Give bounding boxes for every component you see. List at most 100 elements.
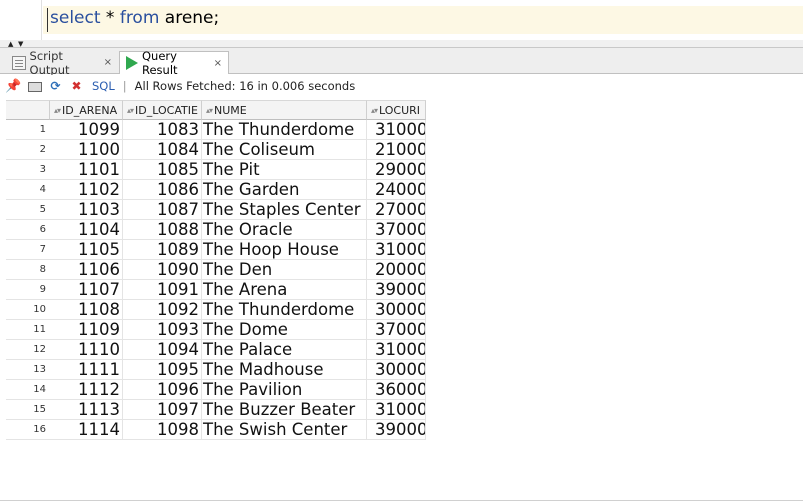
cell-id-arena[interactable]: 1111 (50, 360, 123, 380)
collapse-up-icon[interactable]: ▲ (8, 41, 13, 48)
cell-locuri[interactable]: 37000 (367, 320, 426, 340)
results-tabbar: Script Output × Query Result × (0, 48, 803, 77)
row-number: 13 (6, 360, 50, 380)
cell-id-locatie[interactable]: 1093 (123, 320, 202, 340)
cell-id-arena[interactable]: 1105 (50, 240, 123, 260)
cell-locuri[interactable]: 31000 (367, 400, 426, 420)
cell-nume[interactable]: The Thunderdome (202, 120, 367, 140)
tab-script-output-label: Script Output (29, 48, 70, 77)
refresh-icon[interactable]: ⟳ (48, 79, 63, 94)
cell-locuri[interactable]: 39000 (367, 280, 426, 300)
row-number: 15 (6, 400, 50, 420)
cell-nume[interactable]: The Den (202, 260, 367, 280)
cell-locuri[interactable]: 30000 (367, 300, 426, 320)
cell-locuri[interactable]: 37000 (367, 220, 426, 240)
cell-id-arena[interactable]: 1103 (50, 200, 123, 220)
cell-nume[interactable]: The Swish Center (202, 420, 367, 440)
cell-locuri[interactable]: 39000 (367, 420, 426, 440)
cell-nume[interactable]: The Thunderdome (202, 300, 367, 320)
sql-link[interactable]: SQL (92, 79, 115, 93)
cell-locuri[interactable]: 24000 (367, 180, 426, 200)
close-icon[interactable]: × (104, 57, 112, 68)
column-header-id-arena[interactable]: ▴▾ ID_ARENA (50, 100, 123, 120)
clear-icon[interactable]: ✖ (69, 79, 84, 94)
sql-editor[interactable]: select * from arene; (0, 0, 803, 40)
cell-id-arena[interactable]: 1101 (50, 160, 123, 180)
panel-splitter[interactable]: ▲ ▼ (0, 40, 803, 48)
cell-id-locatie[interactable]: 1096 (123, 380, 202, 400)
keyword-select: select (50, 8, 101, 28)
cell-nume[interactable]: The Garden (202, 180, 367, 200)
cell-nume[interactable]: The Buzzer Beater (202, 400, 367, 420)
cell-id-arena[interactable]: 1102 (50, 180, 123, 200)
column-header-locuri[interactable]: ▴▾ LOCURI (367, 100, 426, 120)
row-number: 5 (6, 200, 50, 220)
cell-nume[interactable]: The Oracle (202, 220, 367, 240)
cell-id-locatie[interactable]: 1094 (123, 340, 202, 360)
cell-nume[interactable]: The Palace (202, 340, 367, 360)
cell-locuri[interactable]: 31000 (367, 340, 426, 360)
select-star: * (100, 8, 120, 28)
cell-id-arena[interactable]: 1110 (50, 340, 123, 360)
cell-id-locatie[interactable]: 1095 (123, 360, 202, 380)
collapse-down-icon[interactable]: ▼ (18, 41, 23, 48)
row-number: 2 (6, 140, 50, 160)
cell-locuri[interactable]: 29000 (367, 160, 426, 180)
cell-id-arena[interactable]: 1104 (50, 220, 123, 240)
cell-nume[interactable]: The Staples Center (202, 200, 367, 220)
cell-id-locatie[interactable]: 1087 (123, 200, 202, 220)
cell-id-arena[interactable]: 1099 (50, 120, 123, 140)
cell-id-locatie[interactable]: 1091 (123, 280, 202, 300)
cell-nume[interactable]: The Coliseum (202, 140, 367, 160)
column-header-id-locatie[interactable]: ▴▾ ID_LOCATIE (123, 100, 202, 120)
cell-id-locatie[interactable]: 1098 (123, 420, 202, 440)
cell-id-locatie[interactable]: 1084 (123, 140, 202, 160)
cell-id-locatie[interactable]: 1092 (123, 300, 202, 320)
cell-id-locatie[interactable]: 1090 (123, 260, 202, 280)
tab-query-result[interactable]: Query Result × (119, 49, 229, 77)
cell-id-arena[interactable]: 1109 (50, 320, 123, 340)
row-number: 11 (6, 320, 50, 340)
sql-statement[interactable]: select * from arene; (50, 8, 219, 28)
row-number: 7 (6, 240, 50, 260)
cell-id-locatie[interactable]: 1088 (123, 220, 202, 240)
row-number: 14 (6, 380, 50, 400)
tab-script-output[interactable]: Script Output × (6, 48, 118, 77)
cell-id-arena[interactable]: 1114 (50, 420, 123, 440)
print-button[interactable] (27, 79, 42, 94)
cell-locuri[interactable]: 31000 (367, 240, 426, 260)
toolbar-separator: | (122, 79, 127, 93)
cell-locuri[interactable]: 20000 (367, 260, 426, 280)
panel-bottom-border (0, 500, 803, 501)
pin-icon[interactable]: 📌 (5, 79, 21, 94)
cell-id-locatie[interactable]: 1097 (123, 400, 202, 420)
cell-id-arena[interactable]: 1113 (50, 400, 123, 420)
table-name: arene; (159, 8, 220, 28)
cell-id-locatie[interactable]: 1089 (123, 240, 202, 260)
cell-id-arena[interactable]: 1112 (50, 380, 123, 400)
results-toolbar: 📌 ⟳ ✖ SQL | All Rows Fetched: 16 in 0.00… (0, 75, 803, 97)
cell-id-locatie[interactable]: 1083 (123, 120, 202, 140)
cell-id-locatie[interactable]: 1085 (123, 160, 202, 180)
cell-nume[interactable]: The Dome (202, 320, 367, 340)
row-number: 9 (6, 280, 50, 300)
cell-nume[interactable]: The Pit (202, 160, 367, 180)
cell-nume[interactable]: The Madhouse (202, 360, 367, 380)
cell-nume[interactable]: The Hoop House (202, 240, 367, 260)
column-header-nume[interactable]: ▴▾ NUME (202, 100, 367, 120)
cell-locuri[interactable]: 30000 (367, 360, 426, 380)
row-number: 12 (6, 340, 50, 360)
close-icon[interactable]: × (214, 58, 222, 69)
cell-locuri[interactable]: 31000 (367, 120, 426, 140)
cell-locuri[interactable]: 27000 (367, 200, 426, 220)
cell-nume[interactable]: The Pavilion (202, 380, 367, 400)
cell-nume[interactable]: The Arena (202, 280, 367, 300)
cell-id-arena[interactable]: 1106 (50, 260, 123, 280)
cell-locuri[interactable]: 21000 (367, 140, 426, 160)
cell-id-arena[interactable]: 1107 (50, 280, 123, 300)
cell-locuri[interactable]: 36000 (367, 380, 426, 400)
cell-id-arena[interactable]: 1100 (50, 140, 123, 160)
run-icon (126, 56, 138, 70)
cell-id-arena[interactable]: 1108 (50, 300, 123, 320)
cell-id-locatie[interactable]: 1086 (123, 180, 202, 200)
